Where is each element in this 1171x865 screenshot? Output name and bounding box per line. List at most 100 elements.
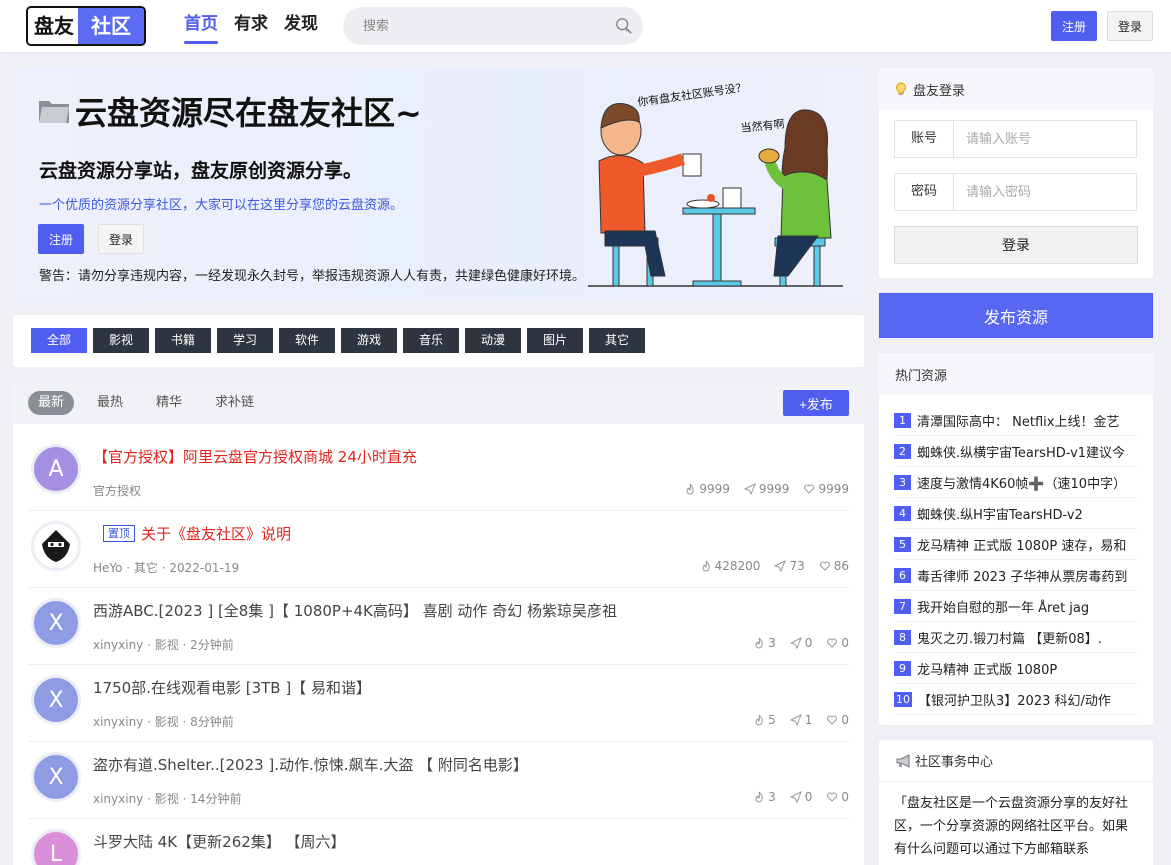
rank-badge: 4 [894, 505, 911, 521]
like-count[interactable]: 0 [826, 713, 849, 727]
fire-icon [755, 637, 763, 649]
avatar[interactable]: X [31, 598, 81, 648]
publish-resource-button[interactable]: 发布资源 [879, 293, 1153, 338]
category-software[interactable]: 软件 [279, 328, 335, 353]
post-title[interactable]: 置顶 关于《盘友社区》说明 [93, 523, 291, 544]
list-tabs: 最新 最热 精华 求补链 +发布 [13, 382, 864, 424]
category-video[interactable]: 影视 [93, 328, 149, 353]
login-card-header: 盘友登录 [879, 68, 1153, 110]
nav-discover[interactable]: 发现 [284, 12, 318, 36]
hot-item[interactable]: 6 毒舌律师 2023 子华神从票房毒药到 [894, 560, 1137, 591]
hot-item[interactable]: 8 鬼灭之刃.锻刀村篇 【更新08】. [894, 622, 1137, 653]
like-count[interactable]: 0 [826, 790, 849, 804]
hot-item[interactable]: 1 清潭国际高中： Netflix上线！金艺 [894, 405, 1137, 436]
rank-badge: 3 [894, 474, 911, 490]
hot-item[interactable]: 2 蜘蛛侠.纵横宇宙TearsHD-v1建议今 [894, 436, 1137, 467]
category-all[interactable]: 全部 [31, 328, 87, 353]
avatar[interactable]: L [31, 829, 81, 865]
hot-item[interactable]: 7 我开始自慰的那一年 Året jag [894, 591, 1137, 622]
hot-item[interactable]: 9 龙马精神 正式版 1080P [894, 653, 1137, 684]
view-count: 3 [753, 790, 776, 804]
post-title[interactable]: 1750部.在线观看电影 [3TB ]【 易和谐】 [93, 677, 371, 698]
logo-text-right: 社区 [78, 8, 144, 44]
fire-icon [702, 560, 710, 572]
post-stats: 5 1 0 [753, 713, 849, 727]
rank-badge: 7 [894, 598, 911, 614]
login-submit-button[interactable]: 登录 [894, 226, 1138, 264]
list-item[interactable]: 置顶 关于《盘友社区》说明 HeYo · 其它 · 2022-01-19 4282… [28, 511, 849, 588]
post-title[interactable]: 盗亦有道.Shelter..[2023 ].动作.惊悚.飙车.大盗 【 附同名电… [93, 754, 528, 775]
send-icon [789, 791, 802, 803]
post-title[interactable]: 西游ABC.[2023 ] [全8集 ]【 1080P+4K高码】 喜剧 动作 … [93, 600, 617, 621]
nav-home[interactable]: 首页 [184, 12, 218, 44]
category-anime[interactable]: 动漫 [465, 328, 521, 353]
list-item[interactable]: X 西游ABC.[2023 ] [全8集 ]【 1080P+4K高码】 喜剧 动… [28, 588, 849, 665]
hero-login-button[interactable]: 登录 [98, 224, 144, 254]
category-games[interactable]: 游戏 [341, 328, 397, 353]
list-item[interactable]: A 【官方授权】阿里云盘官方授权商城 24小时直充 官方授权 9999 9999… [28, 434, 849, 511]
avatar[interactable]: X [31, 752, 81, 802]
header-register-button[interactable]: 注册 [1051, 11, 1097, 41]
login-card-title: 盘友登录 [913, 83, 966, 99]
tab-featured[interactable]: 精华 [146, 391, 192, 415]
category-other[interactable]: 其它 [589, 328, 645, 353]
folder-icon [39, 101, 69, 123]
avatar[interactable]: X [31, 675, 81, 725]
rank-badge: 5 [894, 536, 911, 552]
heart-icon [827, 792, 838, 802]
hacker-avatar-icon [42, 530, 70, 562]
hot-resources-card: 热门资源 1 清潭国际高中： Netflix上线！金艺 2 蜘蛛侠.纵横宇宙Tear… [879, 353, 1153, 725]
fire-icon [755, 791, 763, 803]
post-meta: HeYo · 其它 · 2022-01-19 [93, 561, 240, 575]
post-meta: 官方授权 [93, 484, 142, 498]
avatar[interactable]: A [31, 444, 81, 494]
post-title[interactable]: 斗罗大陆 4K【更新262集】 【周六】 [93, 831, 346, 852]
search-icon[interactable] [615, 17, 633, 35]
send-icon [743, 483, 756, 495]
community-notice-card: 社区事务中心 「盘友社区是一个云盘资源分享的友好社区，一个分享资源的网络社区平台… [879, 740, 1153, 865]
fire-icon [686, 483, 695, 495]
list-item[interactable]: L 斗罗大陆 4K【更新262集】 【周六】 [28, 819, 849, 865]
list-item[interactable]: X 盗亦有道.Shelter..[2023 ].动作.惊悚.飙车.大盗 【 附同… [28, 742, 849, 819]
hot-item[interactable]: 3 速度与激情4K60帧➕（速10中字） [894, 467, 1137, 498]
like-count[interactable]: 86 [819, 559, 849, 573]
share-count: 9999 [743, 482, 789, 496]
category-books[interactable]: 书籍 [155, 328, 211, 353]
view-count: 3 [753, 636, 776, 650]
tab-request-relink[interactable]: 求补链 [205, 391, 264, 415]
hero-subtitle: 云盘资源分享站，盘友原创资源分享。 [39, 160, 363, 182]
tab-latest[interactable]: 最新 [28, 391, 75, 415]
hot-item[interactable]: 10 【银河护卫队3】2023 科幻/动作 [894, 684, 1137, 715]
share-count: 73 [774, 559, 805, 573]
site-logo[interactable]: 盘友 社区 [26, 6, 146, 46]
like-count[interactable]: 9999 [803, 482, 849, 496]
list-item[interactable]: X 1750部.在线观看电影 [3TB ]【 易和谐】 xinyxiny · 影… [28, 665, 849, 742]
category-study[interactable]: 学习 [217, 328, 273, 353]
post-stats: 428200 73 86 [700, 559, 849, 573]
category-music[interactable]: 音乐 [403, 328, 459, 353]
hero-register-button[interactable]: 注册 [38, 224, 84, 254]
search-input[interactable] [343, 7, 593, 45]
post-title[interactable]: 【官方授权】阿里云盘官方授权商城 24小时直充 [93, 446, 417, 467]
share-count: 0 [789, 790, 812, 804]
hot-item[interactable]: 4 蜘蛛侠.纵H宇宙TearsHD-v2 [894, 498, 1137, 529]
category-images[interactable]: 图片 [527, 328, 583, 353]
avatar[interactable] [31, 521, 81, 571]
hero-title-text: 云盘资源尽在盘友社区~ [75, 94, 422, 132]
hot-item[interactable]: 5 龙马精神 正式版 1080P 速存，易和 [894, 529, 1137, 560]
publish-post-button[interactable]: +发布 [783, 390, 849, 416]
pinned-badge: 置顶 [103, 525, 135, 542]
speech-bubble-1: 你有盘友社区账号没？ [636, 80, 747, 109]
password-input[interactable] [954, 174, 1136, 210]
tab-hottest[interactable]: 最热 [87, 391, 133, 415]
post-stats: 3 0 0 [753, 636, 849, 650]
like-count[interactable]: 0 [826, 636, 849, 650]
top-header: 盘友 社区 首页 有求 发现 注册 登录 [0, 0, 1171, 52]
main-nav: 首页 有求 发现 [184, 12, 318, 44]
nav-requests[interactable]: 有求 [234, 12, 268, 36]
header-login-button[interactable]: 登录 [1107, 11, 1153, 41]
share-count: 0 [789, 636, 812, 650]
notice-title: 社区事务中心 [915, 755, 994, 770]
account-input[interactable] [954, 121, 1136, 157]
post-stats: 3 0 0 [753, 790, 849, 804]
